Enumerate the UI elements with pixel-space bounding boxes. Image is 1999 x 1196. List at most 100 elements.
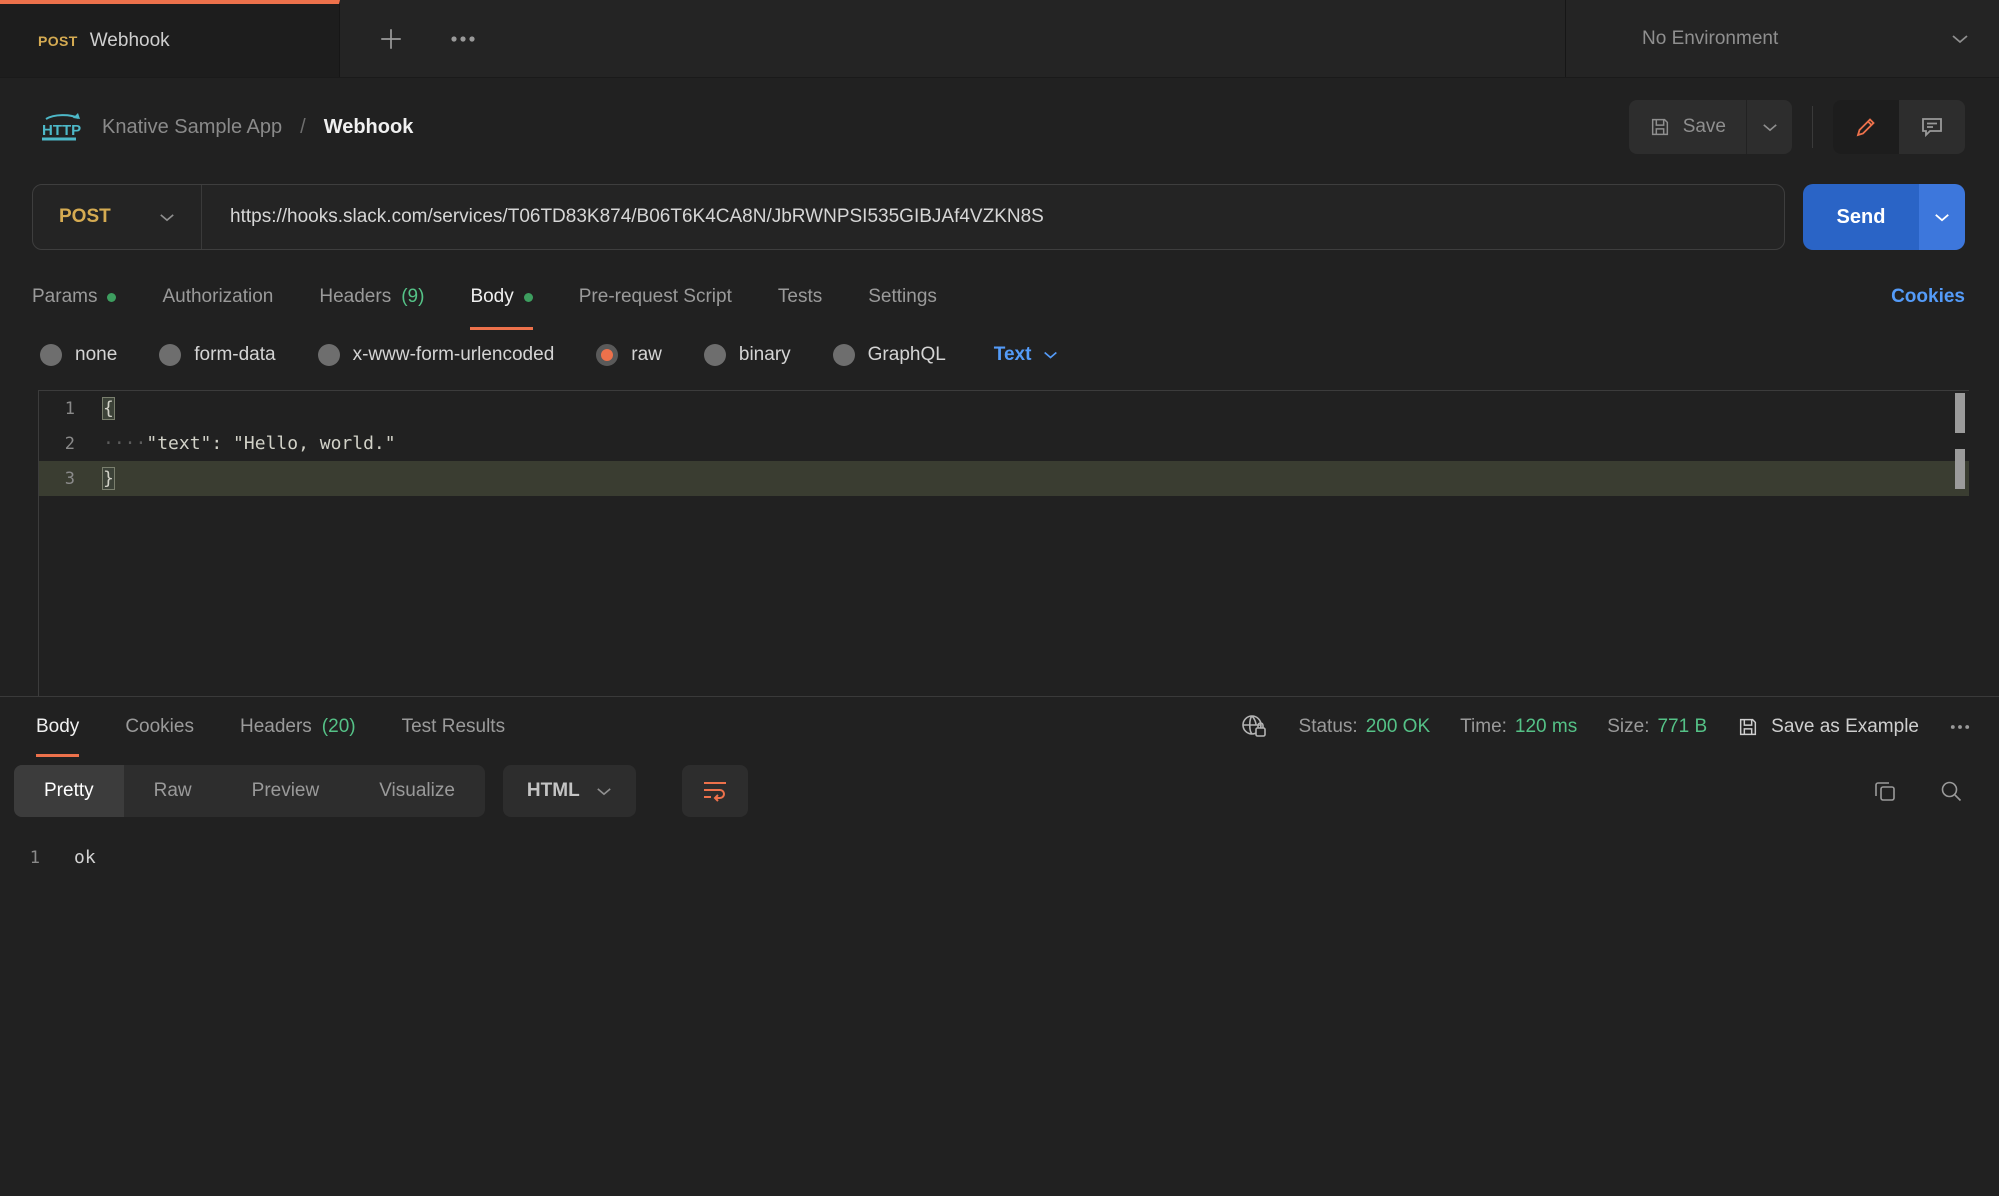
- plus-icon: [378, 26, 404, 52]
- editor-line-current[interactable]: 3 }: [39, 461, 1969, 496]
- status-label: Status:: [1299, 716, 1358, 738]
- url-bar: POST https://hooks.slack.com/services/T0…: [32, 184, 1785, 250]
- chevron-down-icon: [1934, 212, 1950, 223]
- view-preview[interactable]: Preview: [222, 765, 350, 817]
- json-text-token: "text": "Hello, world.": [146, 433, 395, 454]
- copy-response-button[interactable]: [1873, 779, 1897, 803]
- body-mode-none[interactable]: none: [40, 344, 117, 366]
- close-brace-token: }: [103, 468, 114, 489]
- body-mode-row: none form-data x-www-form-urlencoded raw…: [0, 330, 1999, 386]
- response-format-select[interactable]: HTML: [503, 765, 636, 817]
- url-input[interactable]: https://hooks.slack.com/services/T06TD83…: [202, 206, 1784, 228]
- tab-method-badge: POST: [38, 33, 78, 49]
- header-actions: Save: [1629, 100, 1965, 154]
- chevron-down-icon: [596, 786, 612, 797]
- headers-count: (9): [401, 286, 424, 308]
- response-view-switch: Pretty Raw Preview Visualize: [14, 765, 485, 817]
- line-number: 1: [39, 399, 103, 419]
- method-select[interactable]: POST: [33, 185, 201, 249]
- request-tab-webhook[interactable]: POST Webhook: [0, 0, 340, 77]
- raw-language-select[interactable]: Text: [994, 344, 1059, 366]
- tab-tests[interactable]: Tests: [778, 264, 822, 330]
- response-tab-cookies-label: Cookies: [125, 716, 194, 738]
- view-pretty[interactable]: Pretty: [14, 765, 124, 817]
- comment-icon: [1920, 115, 1944, 139]
- method-label: POST: [59, 206, 111, 228]
- chevron-down-icon: [159, 212, 175, 223]
- url-row: POST https://hooks.slack.com/services/T0…: [0, 176, 1999, 250]
- wrap-lines-button[interactable]: [682, 765, 748, 817]
- tab-headers-label: Headers: [319, 286, 391, 308]
- response-options-button[interactable]: [1949, 723, 1971, 731]
- response-headers-count: (20): [322, 716, 356, 738]
- response-body[interactable]: 1 ok: [0, 817, 1999, 868]
- save-button[interactable]: Save: [1629, 100, 1746, 154]
- body-mode-binary[interactable]: binary: [704, 344, 791, 366]
- response-tab-cookies[interactable]: Cookies: [125, 697, 194, 757]
- size-value: 771 B: [1657, 716, 1707, 738]
- response-tab-headers[interactable]: Headers (20): [240, 697, 356, 757]
- edit-documentation-button[interactable]: [1833, 100, 1899, 154]
- response-tab-headers-label: Headers: [240, 716, 312, 738]
- cookies-link[interactable]: Cookies: [1891, 286, 1965, 308]
- size-label: Size:: [1607, 716, 1649, 738]
- editor-scrollbar-mark[interactable]: [1955, 449, 1965, 489]
- environment-label: No Environment: [1642, 28, 1778, 50]
- radio-icon: [318, 344, 340, 366]
- send-button[interactable]: Send: [1803, 184, 1919, 250]
- tab-authorization[interactable]: Authorization: [162, 264, 273, 330]
- tab-pre-request-script[interactable]: Pre-request Script: [579, 264, 732, 330]
- body-mode-graphql-label: GraphQL: [868, 344, 946, 366]
- save-as-example-button[interactable]: Save as Example: [1737, 716, 1919, 738]
- radio-icon: [833, 344, 855, 366]
- chevron-down-icon: [1951, 33, 1969, 45]
- radio-icon: [159, 344, 181, 366]
- response-tab-test-results[interactable]: Test Results: [402, 697, 505, 757]
- status-field: Status: 200 OK: [1299, 716, 1431, 738]
- save-as-example-label: Save as Example: [1771, 716, 1919, 738]
- send-options-button[interactable]: [1919, 184, 1965, 250]
- body-mode-form-data[interactable]: form-data: [159, 344, 275, 366]
- body-mode-form-data-label: form-data: [194, 344, 275, 366]
- tab-strip-actions: [340, 0, 1565, 77]
- view-visualize[interactable]: Visualize: [349, 765, 485, 817]
- response-tab-body[interactable]: Body: [36, 697, 79, 757]
- response-tab-body-label: Body: [36, 716, 79, 738]
- breadcrumb: HTTP Knative Sample App / Webhook: [38, 111, 413, 143]
- response-toolbar: Pretty Raw Preview Visualize HTML: [0, 757, 1999, 817]
- save-icon: [1737, 716, 1759, 738]
- tab-pre-request-script-label: Pre-request Script: [579, 286, 732, 308]
- editor-scrollbar-mark[interactable]: [1955, 393, 1965, 433]
- tab-settings[interactable]: Settings: [868, 264, 937, 330]
- copy-icon: [1873, 779, 1897, 803]
- new-tab-button[interactable]: [378, 26, 404, 52]
- request-body-editor[interactable]: 1 { 2 ····"text": "Hello, world." 3 }: [38, 390, 1969, 696]
- editor-line[interactable]: 2 ····"text": "Hello, world.": [39, 426, 1969, 461]
- radio-selected-icon: [596, 344, 618, 366]
- view-raw[interactable]: Raw: [124, 765, 222, 817]
- network-globe-lock-icon[interactable]: [1239, 713, 1269, 741]
- chevron-down-icon: [1762, 122, 1778, 133]
- breadcrumb-collection[interactable]: Knative Sample App: [102, 116, 282, 139]
- body-mode-urlencoded[interactable]: x-www-form-urlencoded: [318, 344, 555, 366]
- response-line-number: 1: [0, 848, 74, 868]
- save-options-button[interactable]: [1746, 100, 1792, 154]
- search-response-button[interactable]: [1939, 779, 1963, 803]
- body-mode-raw[interactable]: raw: [596, 344, 662, 366]
- environment-selector[interactable]: No Environment: [1565, 0, 1999, 77]
- params-active-dot: [107, 293, 116, 302]
- tab-strip: POST Webhook No Environment: [0, 0, 1999, 78]
- tab-body[interactable]: Body: [470, 264, 532, 330]
- breadcrumb-request-name[interactable]: Webhook: [324, 116, 414, 139]
- chevron-down-icon: [1043, 350, 1058, 360]
- tab-params[interactable]: Params: [32, 264, 116, 330]
- tab-headers[interactable]: Headers (9): [319, 264, 424, 330]
- breadcrumb-separator: /: [300, 116, 306, 139]
- line-number: 2: [39, 434, 103, 454]
- tab-options-button[interactable]: [450, 34, 476, 44]
- response-tab-test-results-label: Test Results: [402, 716, 505, 738]
- editor-line[interactable]: 1 {: [39, 391, 1969, 426]
- wrap-text-icon: [702, 779, 728, 803]
- body-mode-graphql[interactable]: GraphQL: [833, 344, 946, 366]
- comments-button[interactable]: [1899, 100, 1965, 154]
